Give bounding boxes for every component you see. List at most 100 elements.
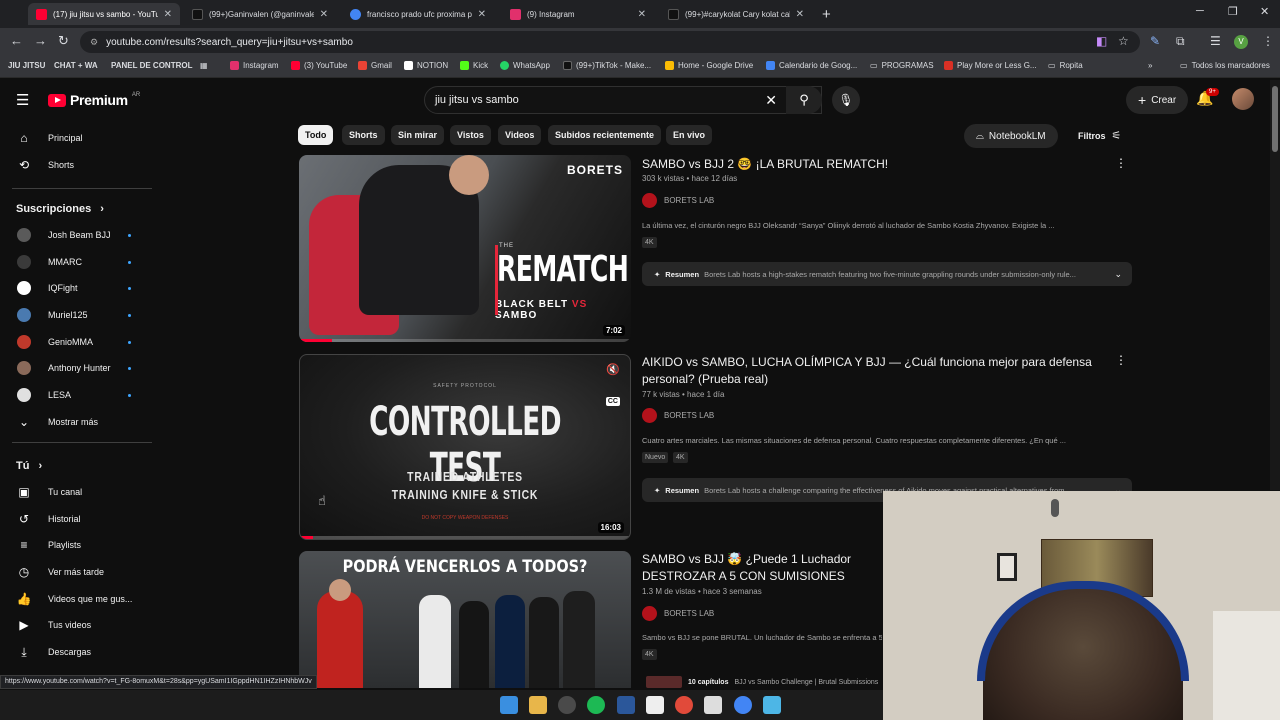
close-tab-icon[interactable]: ✕ [320,9,328,20]
back-icon[interactable]: ← [10,33,23,48]
voice-search-button[interactable]: 🎙 [832,86,860,114]
notepad-icon[interactable] [763,696,781,714]
file-explorer-icon[interactable] [529,696,547,714]
menu-dots-icon[interactable]: ⋮ [1262,34,1274,48]
sidebar-item-liked-videos[interactable]: 👍 Videos que me gus... [0,586,152,612]
translate-icon[interactable]: ✎ [1150,34,1160,48]
sidebar-item-subscription[interactable]: Anthony Hunter [0,355,152,381]
chip-all[interactable]: Todo [298,125,334,145]
sidebar-item-history[interactable]: ↺ Historial [0,506,152,532]
bookmark-item[interactable]: Kick [460,61,488,70]
sidebar-item-subscription[interactable]: IQFight [0,275,152,301]
summary-expander[interactable]: ✦ Resumen Borets Lab hosts a high-stakes… [642,262,1132,286]
bookmark-folder[interactable]: ▭ Ropita [1048,61,1083,70]
bookmark-item[interactable]: Home - Google Drive [665,61,753,70]
chrome-icon[interactable] [734,696,752,714]
create-button[interactable]: + Crear [1126,86,1189,114]
close-tab-icon[interactable]: ✕ [478,9,486,20]
tab-search-icon[interactable]: ☰ [1210,34,1221,48]
bookmark-item[interactable]: NOTION [404,61,448,70]
more-bookmarks-icon[interactable]: » [1148,61,1152,70]
close-tab-icon[interactable]: ✕ [796,9,804,20]
browser-tab[interactable]: (99+)Ganinvalen (@ganinvalen) ✕ [184,3,336,25]
bookmark-item[interactable]: Gmail [358,61,392,70]
chip-videos[interactable]: Videos [498,125,542,145]
chip-live[interactable]: En vivo [666,125,713,145]
channel-link[interactable]: BORETS LAB [642,193,714,208]
minimize-icon[interactable]: ─ [1196,5,1204,17]
hamburger-menu-icon[interactable]: ☰ [16,91,29,109]
sidebar-item-your-channel[interactable]: ▣ Tu canal [0,479,152,505]
spotify-icon[interactable] [587,696,605,714]
bookmark-star-icon[interactable]: ☆ [1118,34,1129,48]
browser-tab[interactable]: (9) Instagram ✕ [502,3,654,25]
video-title[interactable]: SAMBO vs BJJ 2 🤓 ¡LA BRUTAL REMATCH! [642,156,1102,173]
bookmark-item[interactable]: Instagram [230,61,279,70]
url-field[interactable]: ⚙ youtube.com/results?search_query=jiu+j… [80,31,1140,53]
sidebar-item-subscription[interactable]: Muriel125 [0,302,152,328]
close-tab-icon[interactable]: ✕ [164,9,172,20]
bookmark-item[interactable]: WhatsApp [500,61,550,70]
chrome-icon[interactable] [558,696,576,714]
page-scrollbar-thumb[interactable] [1272,86,1278,152]
bookmark-item[interactable]: Play More or Less G... [944,61,1037,70]
channel-link[interactable]: BORETS LAB [642,408,714,423]
sidebar-item-watch-later[interactable]: ◷ Ver más tarde [0,559,152,585]
bookmark-item[interactable]: PANEL DE CONTROL [111,61,192,70]
profile-avatar[interactable]: V [1234,35,1248,49]
notion-icon[interactable] [646,696,664,714]
sidebar-item-subscription[interactable]: GenioMMA [0,329,152,355]
subscriptions-header[interactable]: Suscripciones › [16,203,104,215]
apps-grid-icon[interactable]: ▦ [200,61,208,70]
bookmark-item[interactable]: CHAT + WA [54,61,98,70]
reload-icon[interactable]: ↻ [58,33,69,49]
browser-tab[interactable]: (99+)#carykolat Cary kolat calls ✕ [660,3,812,25]
sidebar-item-subscription[interactable]: Josh Beam BJJ [0,222,152,248]
bookmark-item[interactable]: (99+)TikTok - Make... [563,61,651,70]
video-title[interactable]: AIKIDO vs SAMBO, LUCHA OLÍMPICA Y BJJ — … [642,354,1092,388]
extension-icon[interactable]: ◧ [1096,34,1107,48]
search-input[interactable]: jiu jitsu vs sambo ✕ [424,86,822,114]
more-actions-icon[interactable]: ⋮ [1115,353,1127,367]
bookmark-item[interactable]: JIU JITSU [8,61,45,70]
browser-tab[interactable]: (17) jiu jitsu vs sambo - YouTube ✕ [28,3,180,25]
channel-link[interactable]: BORETS LAB [642,606,714,621]
sidebar-item-your-videos[interactable]: ▶ Tus videos [0,612,152,638]
extensions-puzzle-icon[interactable]: ⧉ [1176,34,1185,49]
video-thumbnail[interactable]: PODRÁ VENCERLOS A TODOS? [299,551,631,688]
bookmark-folder[interactable]: ▭ PROGRAMAS [870,61,934,70]
clear-search-icon[interactable]: ✕ [765,92,777,109]
youtube-logo[interactable]: Premium AR [48,92,140,108]
chip-unwatched[interactable]: Sin mirar [391,125,445,145]
sidebar-item-subscription[interactable]: MMARC [0,249,152,275]
browser-tab[interactable]: francisco prado ufc proxima pelea ✕ [342,3,494,25]
chrome-icon[interactable] [675,696,693,714]
bookmark-item[interactable]: Calendario de Goog... [766,61,857,70]
sidebar-item-subscription[interactable]: LESA [0,382,152,408]
new-tab-button[interactable]: + [822,6,831,23]
account-avatar[interactable] [1232,88,1254,110]
chip-shorts[interactable]: Shorts [342,125,385,145]
video-title[interactable]: SAMBO vs BJJ 🤯 ¿Puede 1 Luchador DESTROZ… [642,551,882,587]
sidebar-item-home[interactable]: ⌂ Principal [0,125,152,151]
word-icon[interactable] [617,696,635,714]
filters-button[interactable]: Filtros ⚟ [1078,129,1121,142]
mute-icon[interactable]: 🔇 [606,363,620,376]
sidebar-item-show-more[interactable]: ⌄ Mostrar más [0,409,152,435]
chip-recently-uploaded[interactable]: Subidos recientemente [548,125,662,145]
captions-icon[interactable]: CC [605,397,620,406]
you-header[interactable]: Tú › [16,460,42,472]
maximize-icon[interactable]: ❐ [1228,5,1238,18]
site-info-icon[interactable]: ⚙ [90,37,98,48]
sidebar-item-shorts[interactable]: ⟲ Shorts [0,152,152,178]
chapters-row[interactable]: 10 capítulos BJJ vs Sambo Challenge | Br… [646,676,882,688]
capcut-icon[interactable] [704,696,722,714]
sidebar-item-downloads[interactable]: ⤓ Descargas [0,639,152,665]
video-thumbnail[interactable]: SAFETY PROTOCOL CONTROLLED TEST TRAINED … [299,354,631,540]
close-tab-icon[interactable]: ✕ [638,9,646,20]
notebooklm-button[interactable]: ⌓ NotebookLM [964,124,1058,148]
search-button[interactable]: ⚲ [786,86,822,114]
bookmark-item[interactable]: (3) YouTube [291,61,347,70]
sidebar-item-playlists[interactable]: ≡ Playlists [0,532,152,558]
chip-watched[interactable]: Vistos [450,125,491,145]
